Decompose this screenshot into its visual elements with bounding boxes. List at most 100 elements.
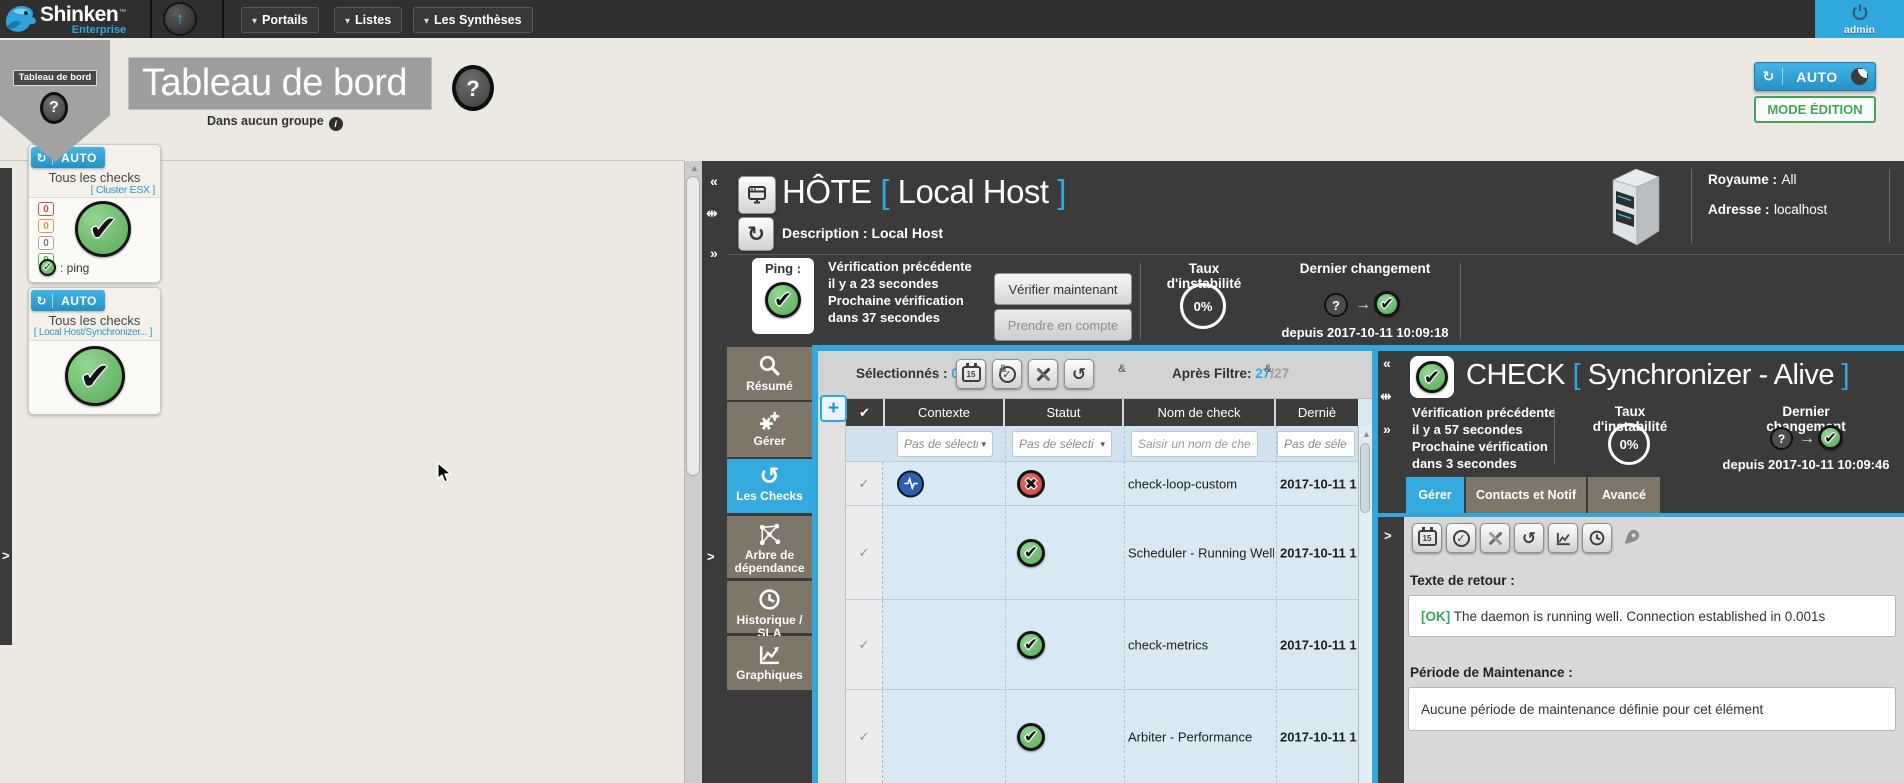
column-header-select[interactable]: ✔ [846,399,885,426]
table-row-arbiter[interactable]: ✓ ✔ Arbiter - Performance 2017-10-11 1 [846,690,1358,783]
tab-les-checks[interactable]: ↺ Les Checks [727,459,812,513]
tab-historique-sla[interactable]: Historique / SLA [727,581,812,633]
ping-label: Ping : [752,261,814,276]
acknowledge-button[interactable]: Prendre en compte [994,309,1132,341]
history-button[interactable] [1582,523,1612,553]
expand-left-dock-chevron[interactable]: > [2,548,10,563]
shinken-logo-icon[interactable] [3,1,39,37]
widget-target-link[interactable]: [ Cluster ESX ] [31,184,155,196]
acknowledge-selection-button[interactable]: ✓ [992,359,1022,389]
table-row-check-metrics[interactable]: ✓ ✔ check-metrics 2017-10-11 1 [846,600,1358,690]
address-field: Adresse : localhost [1708,201,1827,219]
expand-panel-icon[interactable]: » [1383,421,1391,437]
left-dock-strip [0,168,12,645]
column-header-date[interactable]: Derniè [1276,399,1358,426]
context-pulse-icon[interactable] [897,470,924,497]
widget-target-link[interactable]: [ Local Host/Synchronizer... ] [31,327,155,338]
row-selected-check[interactable]: ✓ [846,690,883,783]
status-ok-icon[interactable]: ✔ [1017,539,1045,567]
scroll-up-arrow[interactable]: ▲ [690,163,699,173]
scrollbar-thumb[interactable] [686,176,700,476]
fix-selection-button[interactable] [1028,359,1058,389]
status-ok-icon[interactable]: ✔ [1017,723,1045,751]
dashboard-scrollbar[interactable]: ▲ [684,161,702,783]
clock-icon [1851,68,1868,85]
recheck-selection-button[interactable]: ↺ [1064,359,1094,389]
graph-button[interactable] [1548,523,1578,553]
schedule-button[interactable]: 15 [1412,523,1442,553]
column-header-contexte[interactable]: Contexte [885,399,1005,426]
check-name[interactable]: check-metrics [1128,637,1274,652]
tab-label: Arbre de dépendance [734,548,804,575]
acknowledge-button[interactable]: ✓ [1446,523,1476,553]
help-button[interactable]: ? [452,65,494,111]
refresh-description-button[interactable]: ↻ [738,217,774,251]
divider [150,0,152,38]
edit-mode-button[interactable]: MODE ÉDITION [1754,96,1876,123]
filter-and: & [999,363,1007,375]
scrollbar-thumb[interactable] [1360,443,1370,513]
check-name[interactable]: Scheduler - Running Well [1128,545,1274,560]
host-title: HÔTE [ Local Host ] [782,173,1066,211]
filter-statut-select[interactable]: Pas de sélecti▾ [1012,431,1112,457]
row-selected-check[interactable]: ✓ [846,506,883,599]
table-row-check-loop-custom[interactable]: ✓ ✖ check-loop-custom 2017-10-11 1 [846,462,1358,506]
host-type-button[interactable] [738,176,776,214]
check-title: CHECK [ Synchronizer - Alive ] [1466,359,1849,392]
check-name[interactable]: Arbiter - Performance [1128,729,1274,744]
collapse-panel-icon[interactable]: « [1383,355,1391,371]
realm-field: Royaume : All [1708,171,1797,189]
brand-wordmark[interactable]: Shinken™ Enterprise [40,3,126,36]
scroll-up-arrow[interactable]: ▲ [1362,429,1371,439]
menu-les-syntheses[interactable]: ▾Les Synthèses [413,7,533,33]
user-menu[interactable]: admin [1815,0,1904,38]
resize-panel-icon[interactable]: ⇹ [706,205,718,222]
scroll-top-button[interactable]: ↑ [163,2,197,36]
tab-gerer[interactable]: Gérer [1406,477,1464,513]
menu-listes[interactable]: ▾Listes [334,7,402,33]
power-icon [1851,3,1869,21]
tab-contacts-notif[interactable]: Contacts et Notif [1466,477,1586,513]
auto-refresh-button[interactable]: ↻ AUTO [1754,62,1876,91]
widget-auto-button[interactable]: ↻ AUTO [31,290,105,311]
filter-contexte-select[interactable]: Pas de sélecti▾ [897,431,993,457]
check-schedule-info: Vérification précédente il y a 57 second… [1412,404,1556,472]
status-ok-icon[interactable]: ✔ [1017,631,1045,659]
table-scrollbar[interactable]: ▲ [1358,426,1372,783]
expand-panel-icon[interactable]: » [710,245,718,261]
schedule-button[interactable]: 15 [956,359,986,389]
refresh-icon: ↻ [31,294,53,308]
status-critical-icon[interactable]: ✖ [1017,470,1045,498]
dashboard-widget-synchronizer[interactable]: ↻ AUTO Tous les checks [ Local Host/Sync… [28,287,161,415]
column-header-nom[interactable]: Nom de check [1124,399,1276,426]
refresh-icon: ↻ [747,222,765,247]
last-change-since: depuis 2017-10-11 10:09:46 [1708,457,1904,472]
row-selected-check[interactable]: ✓ [846,462,883,505]
check-name[interactable]: check-loop-custom [1128,476,1274,491]
filter-date-select[interactable]: Pas de séle [1277,431,1355,457]
info-icon[interactable]: i [329,117,343,131]
filter-name-input[interactable] [1131,431,1258,457]
expand-dock-chevron[interactable]: > [707,549,715,564]
menu-portails[interactable]: ▾Portails [241,7,319,33]
table-row-scheduler[interactable]: ✓ ✔ Scheduler - Running Well 2017-10-11 … [846,506,1358,600]
check-now-button[interactable]: Vérifier maintenant [994,273,1132,305]
expand-panel-chevron[interactable]: > [1384,528,1392,543]
collapse-panel-icon[interactable]: « [710,173,718,189]
row-selected-check[interactable]: ✓ [846,600,883,689]
tab-graphiques[interactable]: Graphiques [727,636,812,690]
recheck-button[interactable]: ↺ [1514,523,1544,553]
tab-avance[interactable]: Avancé [1588,477,1660,513]
tab-resume[interactable]: Résumé [727,347,812,400]
brand-name: Shinken [40,3,118,26]
tab-gerer[interactable]: Gérer [727,402,812,457]
pin-icon[interactable] [1620,527,1642,549]
dashboard-widget-cluster-esx[interactable]: ↻ AUTO Tous les checks [ Cluster ESX ] 0… [28,144,161,283]
tab-arbre-dependance[interactable]: Arbre de dépendance [727,516,812,578]
resize-panel-icon[interactable]: ⇹ [1380,388,1392,405]
help-icon[interactable]: ? [40,92,68,124]
divider [1140,263,1141,339]
add-column-button[interactable]: + [820,395,847,422]
column-header-statut[interactable]: Statut [1005,399,1124,426]
fix-button[interactable] [1480,523,1510,553]
